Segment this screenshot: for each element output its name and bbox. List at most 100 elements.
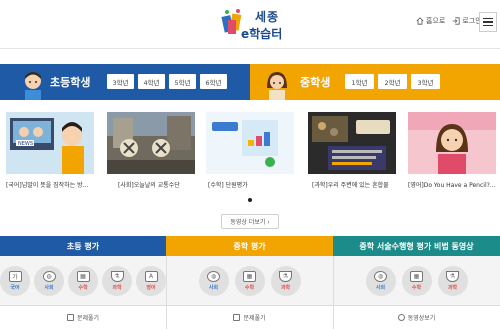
panel-elementary-eval: 초등 평가 가 국어 ◍ 사회 ▦ 수학 ⚗ 과학 A 영어 문제풀기: [0, 236, 166, 329]
play-icon: [397, 314, 405, 321]
flask-icon: ⚗: [279, 271, 292, 282]
site-header: 세종 e학습터 홈으로 로그인: [0, 0, 500, 48]
subject-label: 과학: [280, 285, 291, 291]
site-logo[interactable]: 세종 e학습터: [221, 6, 283, 42]
flask-icon: ⚗: [110, 271, 124, 282]
video-caption-social[interactable]: [사회]오늘날의 교통수단: [118, 180, 208, 189]
elementary-grade-4-button[interactable]: 4학년: [138, 74, 165, 89]
elementary-subject-social[interactable]: ◍ 사회: [34, 266, 64, 296]
video-thumbnail-math[interactable]: [206, 112, 294, 174]
elementary-title: 초등학생: [50, 76, 91, 89]
middle-video-subject-list: ◍ 사회 ▦ 수학 ⚗ 과학: [333, 266, 500, 296]
video-caption-science[interactable]: [과학]우리 주변에 있는 혼합물: [312, 180, 402, 189]
carousel-indicator-dot[interactable]: [248, 198, 252, 202]
korean-book-icon: 가: [8, 271, 22, 282]
middle-grade-buttons: 1학년 2학년 3학년: [345, 74, 440, 89]
pencil-icon: [233, 314, 241, 321]
subject-label: 수학: [244, 285, 255, 291]
middle-subject-math[interactable]: ▦ 수학: [234, 266, 265, 296]
english-a-icon: A: [144, 271, 158, 282]
elementary-solve-button[interactable]: 문제풀기: [0, 305, 166, 329]
video-subject-math[interactable]: ▦ 수학: [401, 266, 432, 296]
subject-label: 국어: [10, 285, 20, 291]
panel-middle-eval-body: ◍ 사회 ▦ 수학 ⚗ 과학 문제풀기: [166, 256, 333, 329]
middle-subject-social[interactable]: ◍ 사회: [198, 266, 229, 296]
home-link[interactable]: 홈으로: [416, 16, 445, 26]
subject-label: 과학: [447, 285, 458, 291]
boy-character-icon: [25, 72, 41, 100]
pencil-icon: [66, 314, 74, 321]
middle-subject-list: ◍ 사회 ▦ 수학 ⚗ 과학: [166, 266, 333, 296]
video-carousel: NEWS [국어]넘말이 뜻을 짐작하는 방… [사회]오늘날의 교통수단 [수…: [0, 112, 500, 192]
watch-video-label: 동영상보기: [407, 315, 436, 322]
elementary-subject-science[interactable]: ⚗ 과학: [102, 266, 132, 296]
girl-character-icon: [267, 72, 287, 100]
subject-label: 수학: [78, 285, 88, 291]
math-blocks-icon: [206, 112, 294, 174]
video-thumbnail-social[interactable]: [107, 112, 195, 174]
panel-divider: [333, 256, 334, 329]
subject-label: 사회: [375, 285, 386, 291]
globe-icon: ◍: [42, 271, 56, 282]
calculator-icon: ▦: [410, 271, 423, 282]
middle-solve-label: 문제풀기: [243, 315, 266, 322]
panel-middle-video-title: 중학 서술수행형 평가 비법 동영상: [333, 236, 500, 256]
subject-label: 사회: [208, 285, 219, 291]
elementary-solve-label: 문제풀기: [76, 315, 100, 322]
elementary-grade-6-button[interactable]: 6학년: [200, 74, 227, 89]
logo-text-line1: 세종: [255, 10, 280, 24]
middle-grade-3-button[interactable]: 3학년: [411, 74, 440, 89]
elementary-subject-list: 가 국어 ◍ 사회 ▦ 수학 ⚗ 과학 A 영어: [0, 266, 166, 296]
hamburger-icon: [483, 17, 493, 20]
middle-band: 중학생 1학년 2학년 3학년: [250, 64, 500, 100]
more-videos-button[interactable]: 동영상 더보기 ›: [221, 214, 279, 229]
elementary-subject-math[interactable]: ▦ 수학: [68, 266, 98, 296]
video-subject-social[interactable]: ◍ 사회: [365, 266, 396, 296]
watch-video-button[interactable]: 동영상보기: [333, 305, 500, 329]
english-teacher-icon: [408, 112, 496, 174]
home-link-label: 홈으로: [426, 17, 446, 25]
middle-grade-2-button[interactable]: 2학년: [378, 74, 407, 89]
video-thumbnail-korean[interactable]: NEWS: [6, 112, 94, 174]
panel-elementary-eval-title: 초등 평가: [0, 236, 166, 256]
subject-label: 수학: [411, 285, 422, 291]
elementary-grade-buttons: 3학년 4학년 5학년 6학년: [107, 74, 227, 89]
subject-label: 사회: [44, 285, 54, 291]
video-caption-english[interactable]: [영어]Do You Have a Pencil?…: [408, 180, 498, 189]
panel-divider: [166, 256, 167, 329]
elementary-grade-3-button[interactable]: 3학년: [107, 74, 134, 89]
top-links: 홈으로 로그인: [416, 16, 482, 26]
calculator-icon: ▦: [243, 271, 256, 282]
subject-label: 영어: [146, 285, 156, 291]
globe-icon: ◍: [207, 271, 220, 282]
video-thumbnail-science[interactable]: [308, 112, 396, 174]
calculator-icon: ▦: [76, 271, 90, 282]
elementary-subject-korean[interactable]: 가 국어: [0, 266, 30, 296]
login-link[interactable]: 로그인: [452, 16, 482, 26]
elementary-band: 초등학생 3학년 4학년 5학년 6학년: [0, 64, 250, 100]
subject-label: 과학: [112, 285, 122, 291]
mixture-slide-icon: [308, 112, 396, 174]
panel-middle-video: 중학 서술수행형 평가 비법 동영상 ◍ 사회 ▦ 수학 ⚗ 과학 동영상보기: [333, 236, 500, 329]
flask-icon: ⚗: [446, 271, 459, 282]
svg-text:NEWS: NEWS: [18, 141, 33, 147]
transport-photo-icon: [107, 112, 195, 174]
header-divider: [0, 48, 500, 49]
elementary-grade-5-button[interactable]: 5학년: [169, 74, 196, 89]
globe-icon: ◍: [374, 271, 387, 282]
panel-middle-video-body: ◍ 사회 ▦ 수학 ⚗ 과학 동영상보기: [333, 256, 500, 329]
login-icon: [453, 17, 460, 25]
panel-middle-eval: 중학 평가 ◍ 사회 ▦ 수학 ⚗ 과학 문제풀기: [166, 236, 333, 329]
middle-solve-button[interactable]: 문제풀기: [166, 305, 333, 329]
panel-middle-eval-title: 중학 평가: [166, 236, 333, 256]
video-subject-science[interactable]: ⚗ 과학: [437, 266, 468, 296]
video-thumbnail-english[interactable]: [408, 112, 496, 174]
menu-button[interactable]: [479, 12, 497, 32]
middle-subject-science[interactable]: ⚗ 과학: [270, 266, 301, 296]
home-icon: [416, 17, 424, 25]
middle-title: 중학생: [300, 76, 331, 89]
video-caption-korean[interactable]: [국어]넘말이 뜻을 짐작하는 방…: [6, 180, 96, 189]
video-caption-math[interactable]: [수학] 단원평가: [208, 180, 298, 189]
middle-grade-1-button[interactable]: 1학년: [345, 74, 374, 89]
elementary-subject-english[interactable]: A 영어: [136, 266, 166, 296]
